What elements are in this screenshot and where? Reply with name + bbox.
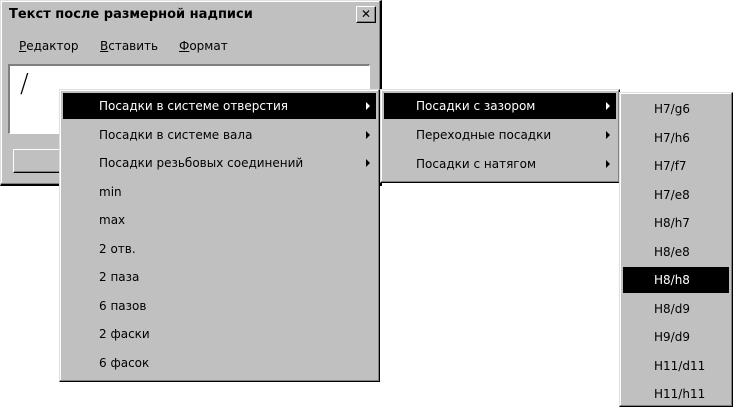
menu3-item-label: H7/f7 xyxy=(654,159,687,173)
menu3-item[interactable]: H8/h7 xyxy=(623,210,729,236)
menu3-item[interactable]: H7/h6 xyxy=(623,125,729,151)
menu3-item-label: H9/d9 xyxy=(654,330,690,344)
menu1-item-label: 2 фаски xyxy=(99,327,150,341)
submenu-hole-system-fits: Посадки с зазором Переходные посадки Посад… xyxy=(380,89,620,183)
menu3-item-label: H7/g6 xyxy=(654,102,690,116)
menu3-item[interactable]: H11/h11 xyxy=(623,381,729,407)
menu3-item-label: H8/h7 xyxy=(654,216,690,230)
menu1-item-label: max xyxy=(99,213,126,227)
menu3-item[interactable]: H9/d9 xyxy=(623,324,729,350)
close-button[interactable]: ✕ xyxy=(356,6,376,23)
window-title: Текст после размерной надписи xyxy=(9,7,253,22)
menu1-item[interactable]: 6 пазов xyxy=(63,293,376,319)
close-icon: ✕ xyxy=(360,7,372,21)
submenu-clearance-fits: H7/g6 H7/h6 H7/f7 H7/e8 H8/h7 H8/e8 H8/h8 H8/d9… xyxy=(619,92,733,407)
context-menu-fits: Посадки в системе отверстия Посадки в сис… xyxy=(59,89,380,382)
submenu-arrow-icon xyxy=(606,131,610,139)
menu1-item[interactable]: Посадки резьбовых соединений xyxy=(63,150,376,176)
menu3-item-label: H7/e8 xyxy=(654,187,690,202)
menu3-item[interactable]: H8/e8 xyxy=(623,239,729,265)
menu1-item-label: Посадки резьбовых соединений xyxy=(99,156,304,170)
menu1-item-label: 2 паза xyxy=(99,270,140,284)
menu1-item-label: Посадки в системе отверстия xyxy=(99,99,288,113)
submenu-arrow-icon xyxy=(366,159,370,167)
submenu-arrow-icon xyxy=(366,102,370,110)
dialog-button[interactable] xyxy=(13,149,63,173)
menu1-item[interactable]: max xyxy=(63,207,376,233)
menu2-item[interactable]: Посадки с зазором xyxy=(384,93,616,119)
menu3-item[interactable]: H8/d9 xyxy=(623,296,729,322)
menu1-item-label: 6 пазов xyxy=(99,298,147,313)
menu-editor[interactable]: Редактор xyxy=(19,39,78,53)
menu1-item-label: 6 фасок xyxy=(99,355,150,370)
menu3-item[interactable]: H7/g6 xyxy=(623,96,729,122)
menu1-item[interactable]: Посадки в системе отверстия xyxy=(63,93,376,119)
menu1-item-label: Посадки в системе вала xyxy=(99,127,253,142)
submenu-arrow-icon xyxy=(366,130,370,139)
menu3-item[interactable]: H8/h8 xyxy=(623,267,729,293)
menu2-item-label: Переходные посадки xyxy=(416,128,552,142)
menu1-item-label: min xyxy=(99,184,122,199)
submenu-arrow-icon xyxy=(606,102,610,110)
menu3-item[interactable]: H7/e8 xyxy=(623,182,729,208)
menu1-item[interactable]: 2 отв. xyxy=(63,236,376,262)
menu3-item-label: H8/d9 xyxy=(654,301,690,316)
menu1-item[interactable]: 2 фаски xyxy=(63,321,376,347)
menu2-item[interactable]: Переходные посадки xyxy=(384,122,616,148)
menu3-item[interactable]: H11/d11 xyxy=(623,353,729,379)
menu1-item[interactable]: 2 паза xyxy=(63,264,376,290)
menu-insert[interactable]: Вставить xyxy=(100,39,158,53)
edit-text-value: / xyxy=(20,69,29,99)
menu3-item[interactable]: H7/f7 xyxy=(623,153,729,179)
menu3-item-label: H8/e8 xyxy=(654,244,690,259)
menu3-item-label: H11/h11 xyxy=(654,387,706,401)
submenu-arrow-icon xyxy=(606,160,610,168)
menu2-item[interactable]: Посадки с натягом xyxy=(384,151,616,177)
menu2-item-label: Посадки с натягом xyxy=(416,157,536,171)
menu1-item[interactable]: min xyxy=(63,179,376,205)
menu-format[interactable]: Формат xyxy=(179,39,228,53)
menu3-item-label: H8/h8 xyxy=(654,273,690,287)
menu3-item-label: H7/h6 xyxy=(654,130,690,145)
menu3-item-label: H11/d11 xyxy=(654,358,706,373)
title-bar[interactable]: Текст после размерной надписи ✕ xyxy=(3,3,378,26)
menu2-item-label: Посадки с зазором xyxy=(416,99,536,113)
menu1-item[interactable]: 6 фасок xyxy=(63,350,376,376)
menu1-item-label: 2 отв. xyxy=(99,241,136,256)
menu1-item[interactable]: Посадки в системе вала xyxy=(63,122,376,148)
